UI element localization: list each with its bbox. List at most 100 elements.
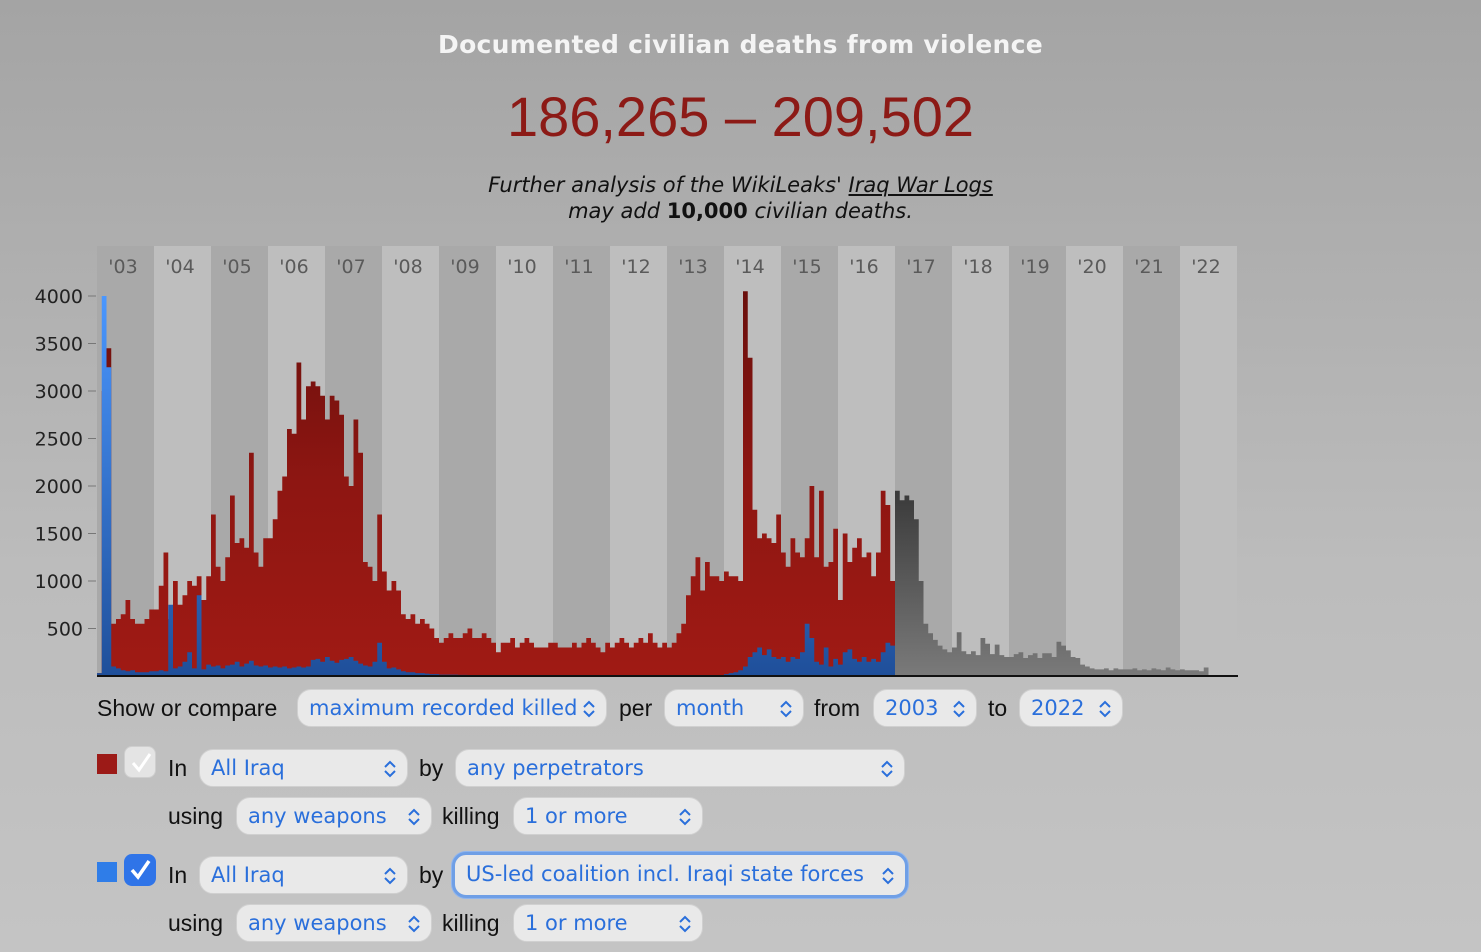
weapon-select[interactable]: any weapons [236, 904, 432, 942]
to-year-select[interactable]: 2022 [1019, 689, 1123, 727]
to-label: to [988, 695, 1008, 721]
killing-label: killing [442, 803, 500, 829]
period-value: month [676, 696, 745, 720]
in-label: In [168, 862, 188, 888]
y-tick-label: 2500 [35, 429, 83, 451]
y-tick-label: 2000 [35, 476, 83, 498]
year-band [1123, 246, 1180, 676]
year-band [496, 246, 553, 676]
x-tick-label: '17 [906, 256, 935, 278]
y-tick-label: 3500 [35, 334, 83, 356]
y-tick-label: 1500 [35, 524, 83, 546]
x-tick-label: '22 [1191, 256, 1220, 278]
killing-label: killing [442, 910, 500, 936]
chevron-updown-icon [383, 750, 397, 778]
using-label: using [168, 910, 223, 936]
from-year-value: 2003 [885, 696, 939, 720]
in-label: In [168, 755, 188, 781]
y-tick-label: 3000 [35, 381, 83, 403]
iraq-war-logs-link[interactable]: Iraq War Logs [849, 173, 993, 197]
from-year-select[interactable]: 2003 [873, 689, 977, 727]
x-tick-label: '11 [564, 256, 593, 278]
year-band [1009, 246, 1066, 676]
x-tick-label: '16 [849, 256, 878, 278]
region-value: All Iraq [211, 756, 285, 780]
region-select[interactable]: All Iraq [199, 856, 408, 894]
chevron-updown-icon [407, 798, 421, 826]
measure-value: maximum recorded killed [309, 696, 578, 720]
x-tick-label: '10 [507, 256, 536, 278]
chevron-updown-icon [880, 750, 894, 778]
to-year-value: 2022 [1031, 696, 1085, 720]
note-line-1: Further analysis of the WikiLeaks' Iraq … [0, 172, 1481, 198]
weapon-value: any weapons [248, 911, 387, 935]
by-label: by [419, 755, 444, 781]
year-band [439, 246, 496, 676]
by-label: by [419, 862, 444, 888]
chevron-updown-icon [678, 905, 692, 933]
x-tick-label: '08 [393, 256, 422, 278]
year-band [1180, 246, 1237, 676]
perpetrator-value: US-led coalition incl. Iraqi state force… [466, 862, 864, 886]
weapon-value: any weapons [248, 804, 387, 828]
min-killed-select[interactable]: 1 or more [513, 904, 703, 942]
chevron-updown-icon [383, 857, 397, 885]
min-killed-value: 1 or more [525, 804, 628, 828]
chevron-updown-icon [1098, 690, 1112, 718]
x-tick-label: '14 [735, 256, 764, 278]
chevron-updown-icon [582, 690, 596, 718]
weapon-select[interactable]: any weapons [236, 797, 432, 835]
y-tick-label: 500 [47, 619, 83, 641]
note-count: 10,000 [666, 199, 748, 223]
series-red-swatch [97, 754, 117, 774]
year-band [553, 246, 610, 676]
y-tick-label: 4000 [35, 286, 83, 308]
x-tick-label: '12 [621, 256, 650, 278]
note-suffix: civilian deaths. [747, 199, 913, 223]
series-blue-checkbox[interactable] [124, 854, 156, 886]
x-tick-label: '15 [792, 256, 821, 278]
note-may-add: may add [568, 199, 667, 223]
checkmark-icon [130, 860, 151, 880]
wikileaks-note: Further analysis of the WikiLeaks' Iraq … [0, 172, 1481, 224]
perpetrator-select[interactable]: any perpetrators [455, 749, 905, 787]
x-tick-label: '13 [678, 256, 707, 278]
x-tick-label: '18 [963, 256, 992, 278]
series-blue-swatch [97, 862, 117, 882]
checkmark-icon [131, 753, 152, 773]
y-tick-label: 1000 [35, 571, 83, 593]
per-label: per [619, 695, 653, 721]
x-tick-label: '19 [1020, 256, 1049, 278]
chevron-updown-icon [407, 905, 421, 933]
year-band [1066, 246, 1123, 676]
from-label: from [814, 695, 860, 721]
death-range: 186,265 – 209,502 [506, 85, 975, 148]
using-label: using [168, 803, 223, 829]
note-prefix: Further analysis of the WikiLeaks' [488, 173, 849, 197]
y-axis: 4000 3500 3000 2500 2000 1500 1000 500 [35, 286, 96, 641]
x-tick-label: '07 [336, 256, 365, 278]
x-tick-label: '09 [450, 256, 479, 278]
measure-select[interactable]: maximum recorded killed [297, 689, 607, 727]
chevron-updown-icon [678, 798, 692, 826]
show-compare-label: Show or compare [97, 695, 278, 721]
perpetrator-select[interactable]: US-led coalition incl. Iraqi state force… [452, 852, 908, 898]
deaths-chart: 4000 3500 3000 2500 2000 1500 1000 500 '03 '04 '0… [35, 246, 1238, 677]
perpetrator-value: any perpetrators [467, 756, 644, 780]
x-tick-label: '21 [1134, 256, 1163, 278]
year-band [610, 246, 667, 676]
chevron-updown-icon [881, 857, 895, 885]
chevron-updown-icon [952, 690, 966, 718]
region-value: All Iraq [211, 863, 285, 887]
x-tick-label: '06 [279, 256, 308, 278]
min-killed-value: 1 or more [525, 911, 628, 935]
x-tick-label: '03 [108, 256, 137, 278]
year-band [952, 246, 1009, 676]
series-red-checkbox[interactable] [124, 746, 156, 778]
chart-title: Documented civilian deaths from violence [438, 30, 1043, 59]
region-select[interactable]: All Iraq [199, 749, 408, 787]
min-killed-select[interactable]: 1 or more [513, 797, 703, 835]
period-select[interactable]: month [664, 689, 804, 727]
x-tick-label: '04 [165, 256, 194, 278]
x-tick-label: '05 [222, 256, 251, 278]
